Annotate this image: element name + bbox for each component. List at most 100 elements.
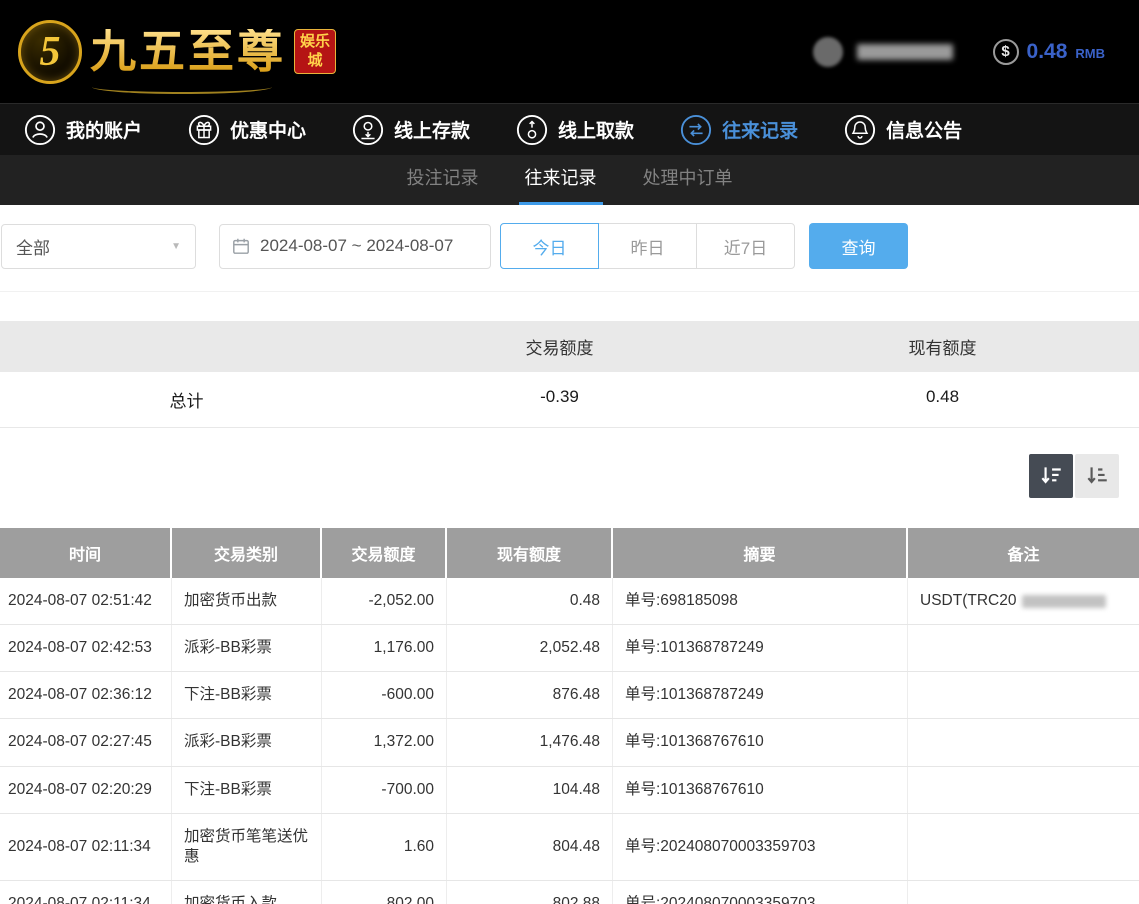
cell-note xyxy=(908,814,1139,880)
site-logo[interactable]: 5 九五至尊 娱乐城 xyxy=(18,20,336,84)
cell-amount: 1,372.00 xyxy=(322,719,447,765)
cell-summary: 单号:202408070003359703 xyxy=(613,814,908,880)
quick-range-1[interactable]: 今日 xyxy=(500,223,599,269)
cell-summary: 单号:202408070003359703 xyxy=(613,881,908,904)
nav-item-label: 优惠中心 xyxy=(230,116,306,143)
table-row: 2024-08-07 02:11:34加密货币入款802.00802.88单号:… xyxy=(0,881,1139,904)
type-select[interactable]: 全部 ▼ xyxy=(1,224,196,269)
chevron-down-icon: ▼ xyxy=(171,241,181,252)
subnav-tabs: 投注记录往来记录处理中订单 xyxy=(0,155,1139,205)
nav-item-3[interactable]: 线上存款 xyxy=(352,114,470,146)
quick-range-3[interactable]: 近7日 xyxy=(696,223,795,269)
cell-note xyxy=(908,672,1139,718)
table-row: 2024-08-07 02:51:42加密货币出款-2,052.000.48单号… xyxy=(0,578,1139,625)
records-header: 时间交易类别交易额度现有额度摘要备注 xyxy=(0,528,1139,578)
records-col-header-6: 备注 xyxy=(908,528,1139,578)
nav-item-label: 往来记录 xyxy=(722,116,798,143)
cell-amount: 802.00 xyxy=(322,881,447,904)
subnav-tab-3[interactable]: 处理中订单 xyxy=(637,155,739,205)
cell-time: 2024-08-07 02:51:42 xyxy=(0,578,172,624)
cell-summary: 单号:101368787249 xyxy=(613,625,908,671)
cell-type: 下注-BB彩票 xyxy=(172,672,322,718)
cell-type: 加密货币入款 xyxy=(172,881,322,904)
cell-amount: -2,052.00 xyxy=(322,578,447,624)
records-col-header-2: 交易类别 xyxy=(172,528,322,578)
query-button[interactable]: 查询 xyxy=(809,223,908,269)
note-text: USDT(TRC20 xyxy=(920,591,1016,611)
summary-header-transaction: 交易额度 xyxy=(373,321,746,372)
nav-item-label: 我的账户 xyxy=(66,116,142,143)
calendar-icon xyxy=(232,237,250,255)
cell-note: USDT(TRC20 xyxy=(908,578,1139,624)
main-nav: 我的账户 优惠中心 线上存款 线上取款 往来记录 信息公告 xyxy=(0,103,1139,155)
cell-type: 下注-BB彩票 xyxy=(172,767,322,813)
quick-range-group: 今日昨日近7日 xyxy=(500,223,795,269)
summary-header-balance: 现有额度 xyxy=(746,321,1139,372)
summary-table: 交易额度 现有额度 总计 -0.39 0.48 xyxy=(0,321,1139,428)
sort-descending-button[interactable] xyxy=(1029,454,1073,498)
summary-header-empty xyxy=(0,321,373,372)
cell-note xyxy=(908,881,1139,904)
summary-total-balance: 0.48 xyxy=(746,372,1139,428)
nav-item-5[interactable]: 往来记录 xyxy=(680,114,798,146)
quick-range-2[interactable]: 昨日 xyxy=(598,223,697,269)
cell-type: 加密货币出款 xyxy=(172,578,322,624)
table-row: 2024-08-07 02:11:34加密货币笔笔送优惠1.60804.48单号… xyxy=(0,814,1139,881)
cell-time: 2024-08-07 02:36:12 xyxy=(0,672,172,718)
balance-display[interactable]: $ 0.48 RMB xyxy=(993,39,1105,65)
bell-icon xyxy=(844,114,876,146)
balance-currency: RMB xyxy=(1075,46,1105,61)
nav-item-label: 信息公告 xyxy=(886,116,962,143)
table-row: 2024-08-07 02:20:29下注-BB彩票-700.00104.48单… xyxy=(0,767,1139,814)
records-table: 时间交易类别交易额度现有额度摘要备注 2024-08-07 02:51:42加密… xyxy=(0,528,1139,904)
nav-item-label: 线上取款 xyxy=(558,116,634,143)
subnav-tab-1[interactable]: 投注记录 xyxy=(401,155,485,205)
cell-type: 派彩-BB彩票 xyxy=(172,625,322,671)
nav-item-4[interactable]: 线上取款 xyxy=(516,114,634,146)
cell-time: 2024-08-07 02:20:29 xyxy=(0,767,172,813)
subnav-tab-2[interactable]: 往来记录 xyxy=(519,155,603,205)
cell-balance: 0.48 xyxy=(447,578,613,624)
cell-amount: -700.00 xyxy=(322,767,447,813)
header-account-area: $ 0.48 RMB xyxy=(813,37,1105,67)
cell-summary: 单号:101368767610 xyxy=(613,719,908,765)
records-body: 2024-08-07 02:51:42加密货币出款-2,052.000.48单号… xyxy=(0,578,1139,904)
nav-item-6[interactable]: 信息公告 xyxy=(844,114,962,146)
cell-time: 2024-08-07 02:11:34 xyxy=(0,814,172,880)
cell-summary: 单号:698185098 xyxy=(613,578,908,624)
cell-time: 2024-08-07 02:11:34 xyxy=(0,881,172,904)
summary-header-row: 交易额度 现有额度 xyxy=(0,321,1139,372)
summary-total-label: 总计 xyxy=(0,372,373,428)
user-icon xyxy=(24,114,56,146)
date-range-input[interactable]: 2024-08-07 ~ 2024-08-07 xyxy=(219,224,491,269)
nav-item-label: 线上存款 xyxy=(394,116,470,143)
cell-time: 2024-08-07 02:42:53 xyxy=(0,625,172,671)
gift-icon xyxy=(188,114,220,146)
cell-type: 派彩-BB彩票 xyxy=(172,719,322,765)
records-icon xyxy=(680,114,712,146)
logo-text: 九五至尊 xyxy=(90,29,286,75)
redacted-text xyxy=(1022,595,1106,608)
cell-balance: 104.48 xyxy=(447,767,613,813)
logo-coin-icon: 5 xyxy=(18,20,82,84)
nav-item-2[interactable]: 优惠中心 xyxy=(188,114,306,146)
cell-balance: 1,476.48 xyxy=(447,719,613,765)
nav-item-1[interactable]: 我的账户 xyxy=(24,114,142,146)
cell-note xyxy=(908,625,1139,671)
cell-note xyxy=(908,767,1139,813)
summary-total-row: 总计 -0.39 0.48 xyxy=(0,372,1139,428)
records-col-header-5: 摘要 xyxy=(613,528,908,578)
cell-amount: 1,176.00 xyxy=(322,625,447,671)
deposit-icon xyxy=(352,114,384,146)
summary-total-transaction: -0.39 xyxy=(373,372,746,428)
cell-time: 2024-08-07 02:27:45 xyxy=(0,719,172,765)
cell-summary: 单号:101368787249 xyxy=(613,672,908,718)
records-col-header-4: 现有额度 xyxy=(447,528,613,578)
table-row: 2024-08-07 02:42:53派彩-BB彩票1,176.002,052.… xyxy=(0,625,1139,672)
cell-amount: -600.00 xyxy=(322,672,447,718)
sort-ascending-button[interactable] xyxy=(1075,454,1119,498)
records-col-header-3: 交易额度 xyxy=(322,528,447,578)
user-avatar[interactable] xyxy=(813,37,843,67)
sort-controls xyxy=(0,428,1139,528)
table-row: 2024-08-07 02:36:12下注-BB彩票-600.00876.48单… xyxy=(0,672,1139,719)
